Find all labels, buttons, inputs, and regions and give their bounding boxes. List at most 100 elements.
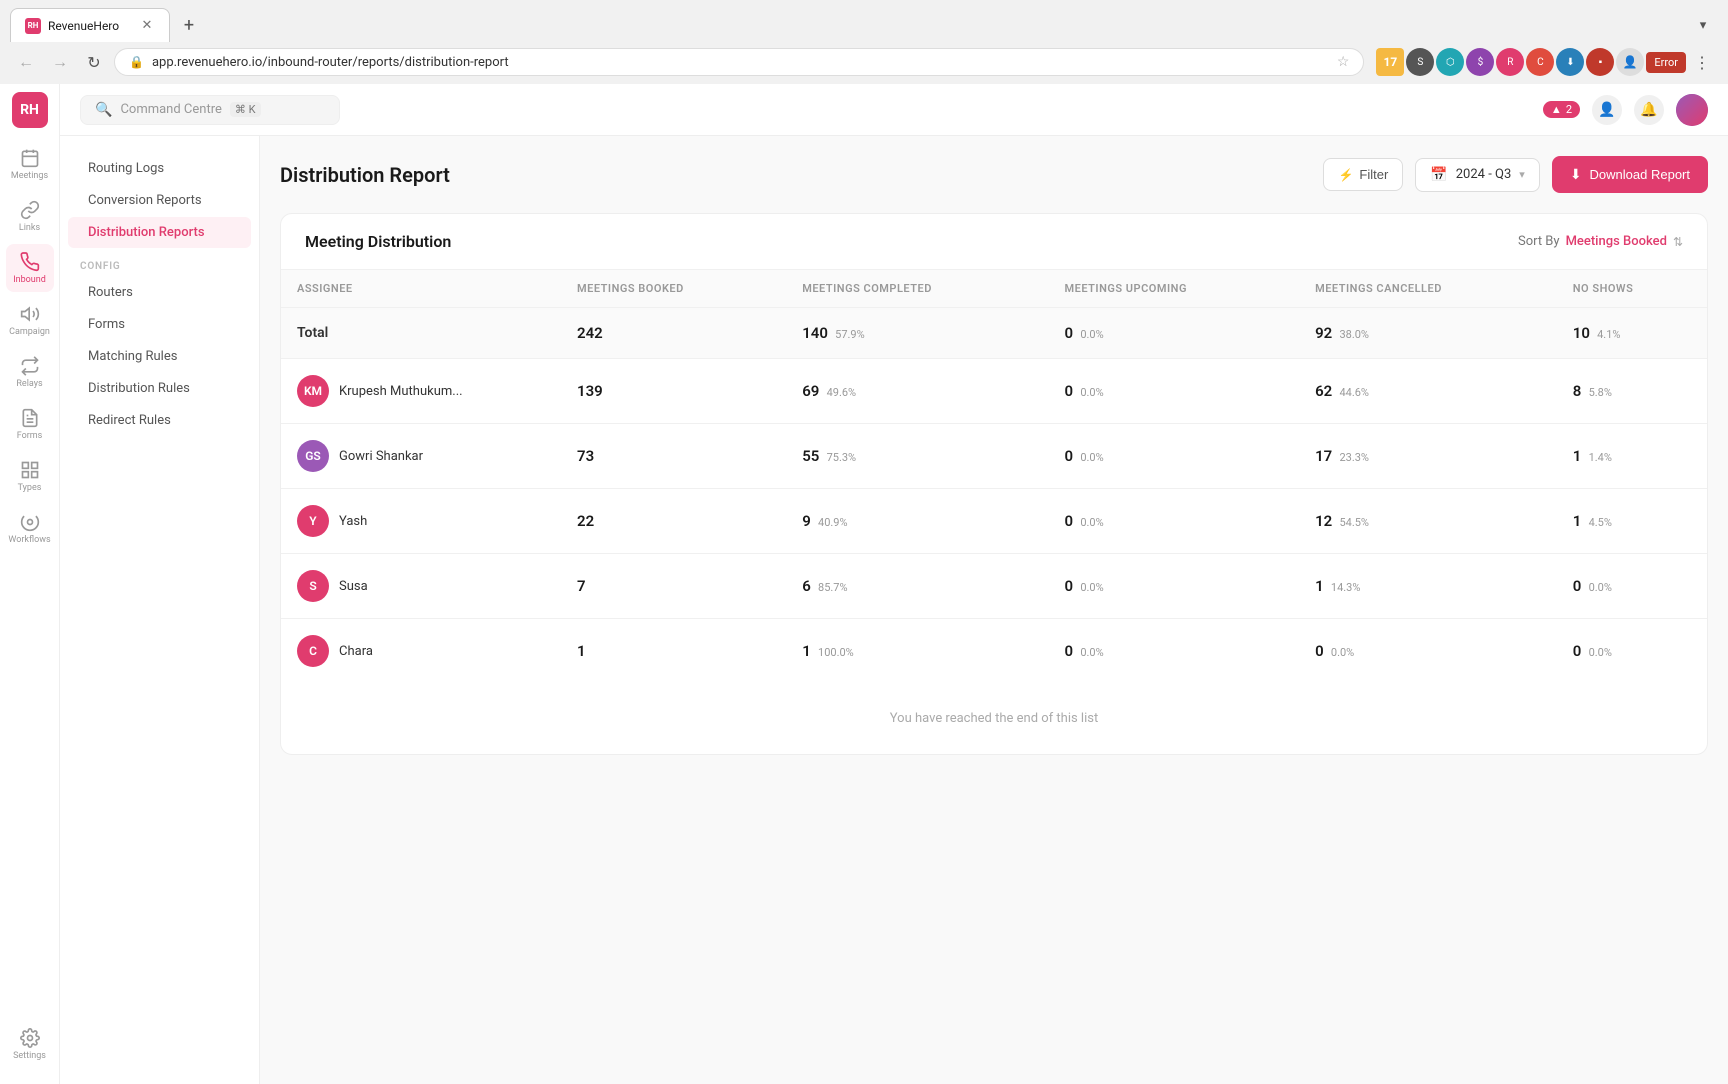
booked-2: 22 — [561, 489, 786, 554]
sidebar-item-settings[interactable]: Settings — [6, 1020, 54, 1068]
notification-icon[interactable]: 🔔 — [1634, 95, 1664, 125]
nav-forms[interactable]: Forms — [68, 309, 251, 340]
sidebar-label-links: Links — [19, 223, 40, 233]
profile-btn[interactable]: 👤 — [1616, 48, 1644, 76]
date-selector[interactable]: 📅 2024 - Q3 ▾ — [1415, 158, 1540, 192]
ext-btn-4[interactable]: $ — [1466, 48, 1494, 76]
nav-matching-rules[interactable]: Matching Rules — [68, 341, 251, 372]
content-area: Distribution Report ⚡ Filter 📅 2024 - Q3… — [260, 136, 1728, 1084]
sidebar-item-types[interactable]: Types — [6, 452, 54, 500]
alert-count: 2 — [1566, 103, 1572, 116]
browser-chrome: RH RevenueHero ✕ + ▾ ← → ↻ 🔒 app.revenue… — [0, 0, 1728, 84]
assignee-cell-0: KM Krupesh Muthukum... — [281, 359, 561, 424]
total-booked: 242 — [561, 308, 786, 359]
total-completed: 140 57.9% — [786, 308, 1048, 359]
filter-button[interactable]: ⚡ Filter — [1323, 158, 1403, 191]
noshows-1: 1 1.4% — [1557, 424, 1707, 489]
tab-close-icon[interactable]: ✕ — [139, 18, 155, 34]
card-header: Meeting Distribution Sort By Meetings Bo… — [281, 214, 1707, 270]
tab-favicon: RH — [25, 18, 41, 34]
nav-distribution-reports[interactable]: Distribution Reports — [68, 217, 251, 248]
download-label: Download Report — [1590, 167, 1690, 182]
more-btn[interactable]: ⋮ — [1688, 48, 1716, 76]
sidebar-item-meetings[interactable]: Meetings — [6, 140, 54, 188]
assignee-cell-1: GS Gowri Shankar — [281, 424, 561, 489]
tab-expand-icon[interactable]: ▾ — [1688, 10, 1718, 40]
tab-bar: RH RevenueHero ✕ + ▾ — [0, 0, 1728, 42]
table-row-total: Total 242 140 57.9% 0 — [281, 308, 1707, 359]
alert-icon: ▲ — [1551, 103, 1562, 116]
noshows-3: 0 0.0% — [1557, 554, 1707, 619]
nav-back-button[interactable]: ← — [12, 48, 40, 76]
page-header: Distribution Report ⚡ Filter 📅 2024 - Q3… — [280, 156, 1708, 193]
col-noshows: NO SHOWS — [1557, 270, 1707, 308]
ext-btn-2[interactable]: S — [1406, 48, 1434, 76]
sidebar-item-inbound[interactable]: Inbound — [6, 244, 54, 292]
card-title: Meeting Distribution — [305, 232, 451, 251]
icon-sidebar: RH Meetings Links Inbound Campaign Relay… — [0, 84, 60, 1084]
sidebar-label-relays: Relays — [16, 379, 42, 389]
completed-0: 69 49.6% — [786, 359, 1048, 424]
address-bar[interactable]: 🔒 app.revenuehero.io/inbound-router/repo… — [114, 48, 1364, 76]
config-section-label: CONFIG — [60, 249, 259, 276]
nav-redirect-rules[interactable]: Redirect Rules — [68, 405, 251, 436]
address-text: app.revenuehero.io/inbound-router/report… — [152, 55, 1329, 70]
sidebar-label-meetings: Meetings — [11, 171, 48, 181]
avatar[interactable] — [1676, 94, 1708, 126]
sidebar-item-relays[interactable]: Relays — [6, 348, 54, 396]
completed-4: 1 100.0% — [786, 619, 1048, 684]
ext-btn-8[interactable]: ▪ — [1586, 48, 1614, 76]
sidebar-label-forms: Forms — [17, 431, 43, 441]
nav-forward-button[interactable]: → — [46, 48, 74, 76]
cancelled-1: 17 23.3% — [1299, 424, 1557, 489]
ext-btn-3[interactable]: ⬡ — [1436, 48, 1464, 76]
booked-4: 1 — [561, 619, 786, 684]
booked-3: 7 — [561, 554, 786, 619]
active-tab[interactable]: RH RevenueHero ✕ — [10, 8, 170, 42]
col-upcoming: MEETINGS UPCOMING — [1049, 270, 1300, 308]
ext-btn-6[interactable]: C — [1526, 48, 1554, 76]
sidebar-item-campaign[interactable]: Campaign — [6, 296, 54, 344]
upcoming-4: 0 0.0% — [1049, 619, 1300, 684]
completed-1: 55 75.3% — [786, 424, 1048, 489]
page-title: Distribution Report — [280, 163, 450, 187]
total-noshows: 10 4.1% — [1557, 308, 1707, 359]
download-button[interactable]: ⬇ Download Report — [1552, 156, 1708, 193]
reload-button[interactable]: ↻ — [80, 48, 108, 76]
alert-badge[interactable]: ▲ 2 — [1543, 101, 1580, 118]
error-btn[interactable]: Error — [1646, 52, 1686, 73]
distribution-table: ASSIGNEE MEETINGS BOOKED MEETINGS COMPLE… — [281, 270, 1707, 683]
search-icon: 🔍 — [95, 102, 112, 118]
total-upcoming: 0 0.0% — [1049, 308, 1300, 359]
nav-sidebar: Routing Logs Conversion Reports Distribu… — [60, 136, 260, 1084]
filter-label: Filter — [1359, 167, 1388, 182]
cancelled-3: 1 14.3% — [1299, 554, 1557, 619]
table-row: GS Gowri Shankar 73 55 75.3% 0 0.0% 17 2… — [281, 424, 1707, 489]
ext-btn-1[interactable]: 17 — [1376, 48, 1404, 76]
ext-btn-5[interactable]: R — [1496, 48, 1524, 76]
nav-routing-logs[interactable]: Routing Logs — [68, 153, 251, 184]
assignee-cell-3: S Susa — [281, 554, 561, 619]
assignee-cell-4: C Chara — [281, 619, 561, 684]
sidebar-item-workflows[interactable]: Workflows — [6, 504, 54, 552]
calendar-icon: 📅 — [1430, 167, 1447, 183]
new-tab-button[interactable]: + — [174, 10, 204, 40]
nav-conversion-reports[interactable]: Conversion Reports — [68, 185, 251, 216]
distribution-card: Meeting Distribution Sort By Meetings Bo… — [280, 213, 1708, 755]
header-controls: ⚡ Filter 📅 2024 - Q3 ▾ ⬇ Download Report — [1323, 156, 1708, 193]
app-logo[interactable]: RH — [12, 92, 48, 128]
noshows-2: 1 4.5% — [1557, 489, 1707, 554]
nav-distribution-rules[interactable]: Distribution Rules — [68, 373, 251, 404]
cancelled-0: 62 44.6% — [1299, 359, 1557, 424]
nav-routers[interactable]: Routers — [68, 277, 251, 308]
star-icon[interactable]: ☆ — [1337, 54, 1350, 70]
search-shortcut: ⌘ K — [230, 102, 261, 117]
noshows-0: 8 5.8% — [1557, 359, 1707, 424]
sidebar-item-forms[interactable]: Forms — [6, 400, 54, 448]
sidebar-item-links[interactable]: Links — [6, 192, 54, 240]
sort-by-control[interactable]: Sort By Meetings Booked ⇅ — [1518, 234, 1683, 249]
user-icon[interactable]: 👤 — [1592, 95, 1622, 125]
search-bar[interactable]: 🔍 Command Centre ⌘ K — [80, 95, 340, 125]
ext-btn-7[interactable]: ⬇ — [1556, 48, 1584, 76]
sort-by-value: Meetings Booked — [1566, 234, 1667, 249]
